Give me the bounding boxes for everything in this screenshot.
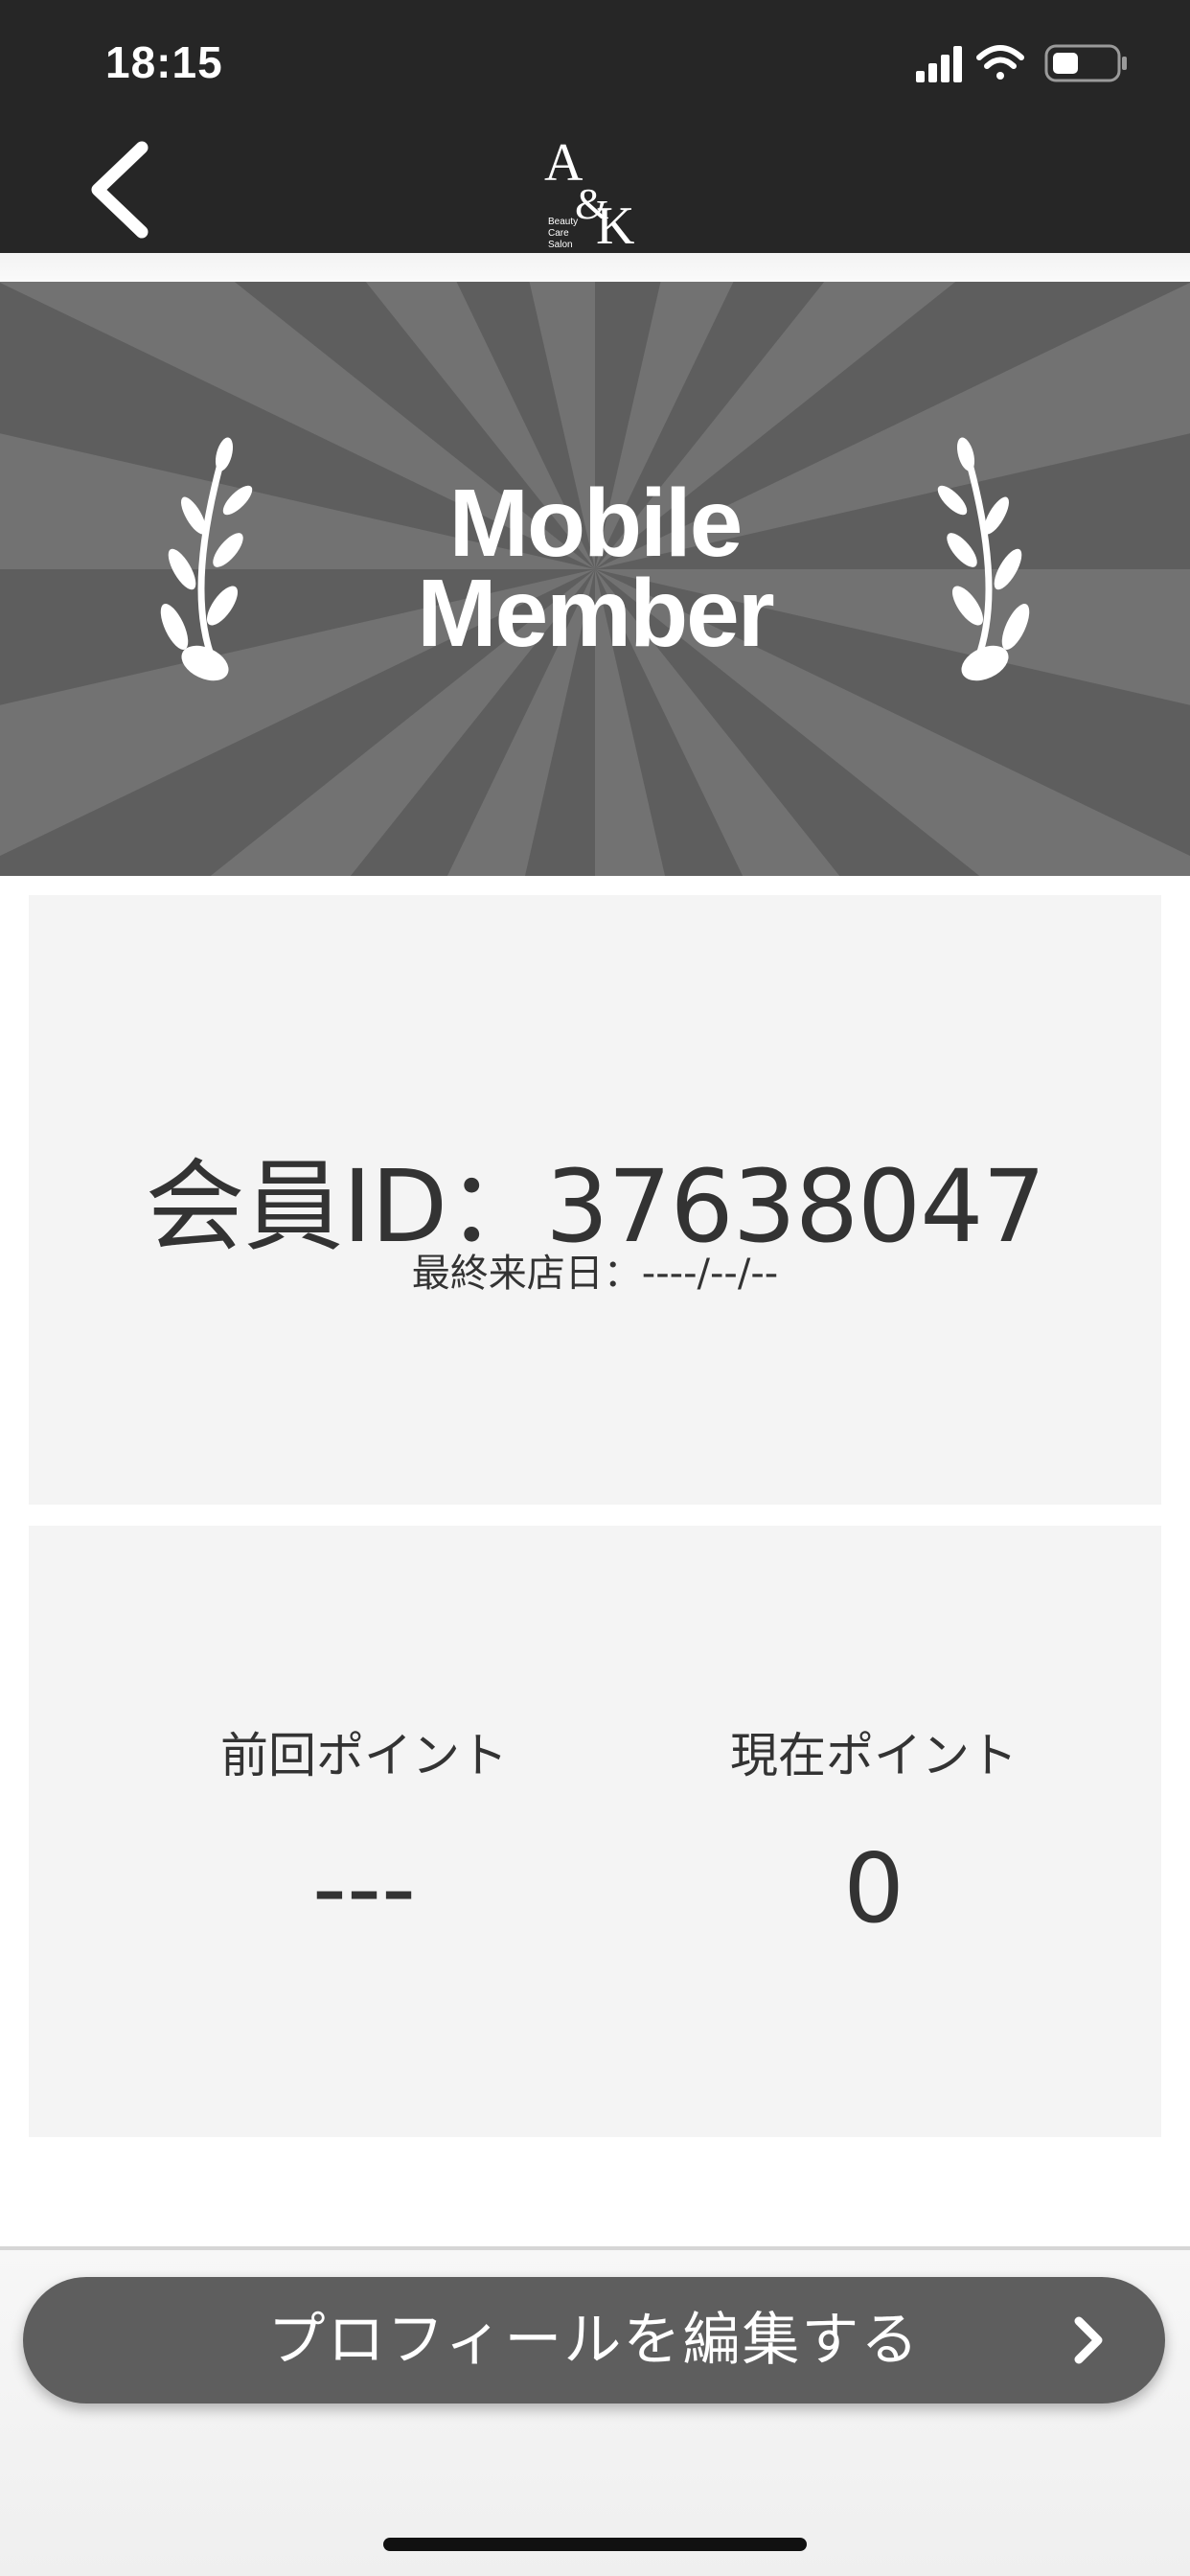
signal-icon xyxy=(916,46,962,82)
svg-text:Care: Care xyxy=(548,228,569,239)
salon-logo: A & K Beauty Care Salon xyxy=(544,133,634,249)
previous-points: 前回ポイント --- xyxy=(125,1717,604,1944)
current-points-label: 現在ポイント xyxy=(730,1728,1018,1783)
current-points-value: 0 xyxy=(843,1832,904,1944)
svg-text:Beauty: Beauty xyxy=(548,217,578,227)
last-visit-date: 最終来店日：----/--/-- xyxy=(411,1252,779,1296)
svg-text:Salon: Salon xyxy=(548,240,573,249)
current-points: 現在ポイント 0 xyxy=(634,1717,1113,1944)
previous-points-label: 前回ポイント xyxy=(220,1728,508,1783)
status-time: 18:15 xyxy=(105,37,223,87)
nav-bar: A & K Beauty Care Salon xyxy=(0,126,1190,253)
back-button[interactable] xyxy=(79,134,174,245)
wifi-icon xyxy=(976,45,1024,80)
laurel-right-icon xyxy=(937,437,1030,681)
status-icons xyxy=(916,44,1127,82)
status-bar: 18:15 xyxy=(0,0,1190,126)
points-card: 前回ポイント --- 現在ポイント 0 xyxy=(29,1526,1161,2137)
mobile-member-banner: Mobile Member xyxy=(0,282,1190,876)
header-divider-strip xyxy=(0,253,1190,282)
chevron-left-icon xyxy=(91,141,149,239)
svg-text:K: K xyxy=(596,196,634,249)
previous-points-value: --- xyxy=(311,1832,417,1944)
edit-profile-label: プロフィールを編集する xyxy=(267,2307,921,2374)
battery-icon xyxy=(1044,44,1127,82)
home-indicator xyxy=(383,2538,807,2551)
edit-profile-button[interactable]: プロフィールを編集する xyxy=(23,2277,1165,2404)
member-id-card: 会員ID：37638047 最終来店日：----/--/-- xyxy=(29,895,1161,1505)
chevron-right-icon xyxy=(1074,2316,1103,2364)
